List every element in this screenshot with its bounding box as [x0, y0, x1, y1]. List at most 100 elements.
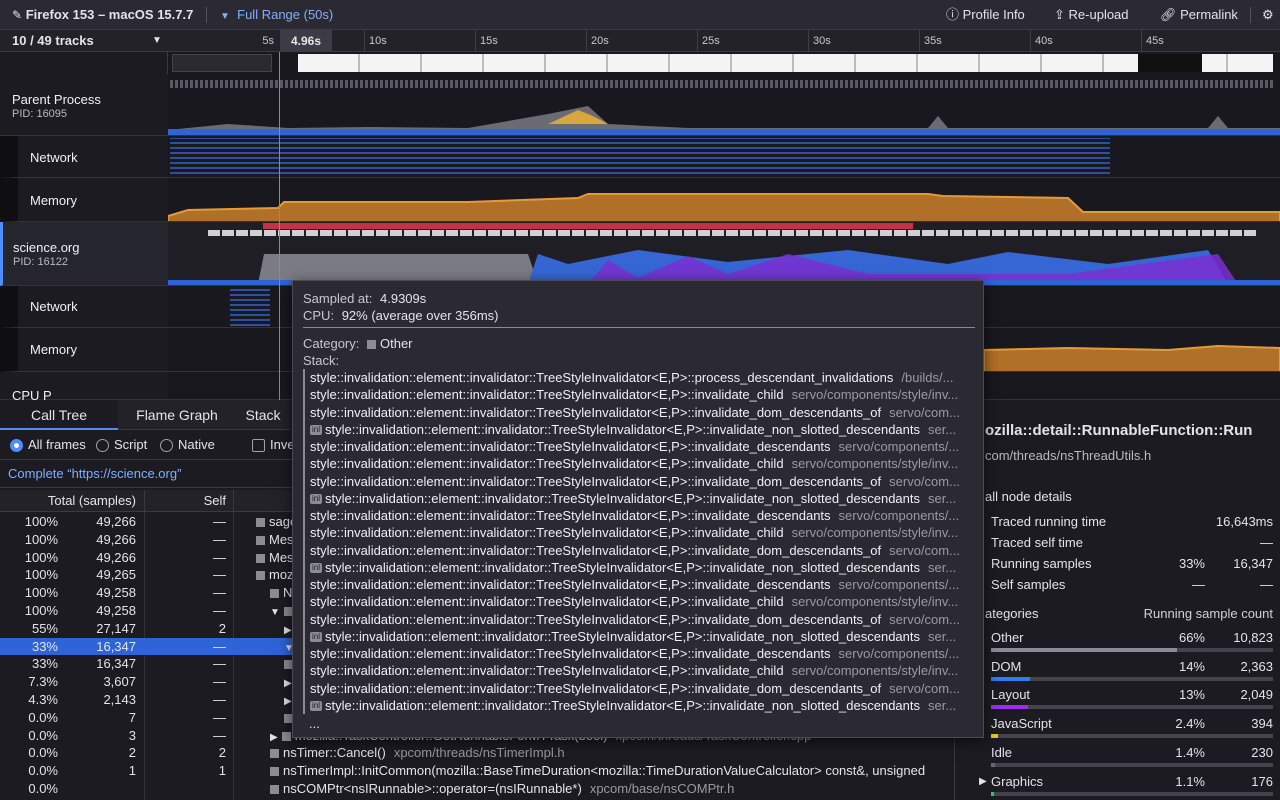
chevron-right-icon[interactable]: ▶ — [284, 625, 292, 636]
category-count: 2,363 — [1240, 658, 1273, 674]
tick-label: 40s — [1030, 30, 1053, 52]
stack-frame: style::invalidation::element::invalidato… — [310, 404, 980, 421]
parent-network-graph[interactable] — [168, 136, 1280, 178]
profile-name-button[interactable]: ✎ Firefox 153 – macOS 15.7.7 — [12, 0, 193, 30]
track-science-memory[interactable]: Memory — [0, 328, 168, 372]
total-percent: 7.3% — [28, 674, 58, 690]
track-parent-network[interactable]: Network — [0, 136, 168, 178]
category-row[interactable]: Other 66% 10,823 — [955, 630, 1280, 656]
parent-memory-graph[interactable] — [168, 178, 1280, 222]
stack-frame-function: style::invalidation::element::invalidato… — [310, 508, 831, 523]
tick-label: 45s — [1141, 30, 1164, 52]
radio-native[interactable]: Native — [160, 430, 215, 459]
sampled-at-row: Sampled at: 4.9309s — [303, 291, 427, 306]
track-science-network[interactable]: Network — [0, 286, 168, 328]
radio-selected-icon — [10, 439, 23, 453]
profile-info-button[interactable]: ⓘ Profile Info — [946, 0, 1025, 30]
chevron-right-icon[interactable]: ▶ — [284, 678, 292, 689]
category-swatch — [367, 340, 376, 350]
panel-tabs: Call Tree Flame Graph Stack — [0, 400, 290, 430]
category-row[interactable]: Layout 13% 2,049 — [955, 687, 1280, 713]
total-samples: 2,143 — [103, 692, 136, 707]
stack-frame-path: servo/components/style/inv... — [791, 663, 959, 679]
category-count: 176 — [1251, 773, 1273, 789]
self-samples: 2 — [218, 620, 226, 636]
screenshot-thumbnail — [172, 54, 272, 72]
stack-frame: style::invalidation::element::invalidato… — [310, 473, 980, 490]
chevron-right-icon[interactable]: ▶ — [284, 696, 292, 707]
total-percent: 100% — [24, 514, 58, 529]
category-bar — [991, 791, 1273, 796]
inline-badge-icon: inl — [310, 563, 323, 574]
radio-script[interactable]: Script — [96, 430, 147, 459]
breadcrumb[interactable]: Complete “https://science.org” — [0, 460, 292, 488]
stack-frame-path: servo/com... — [889, 611, 960, 627]
stack-frame-function: style::invalidation::element::invalidato… — [310, 663, 784, 679]
tick-label: 15s — [475, 30, 498, 52]
total-percent: 0.0% — [28, 709, 58, 725]
range-breadcrumb[interactable]: ▼ Full Range (50s) — [220, 0, 333, 30]
permalink-button[interactable]: 🔗︎ Permalink — [1160, 0, 1238, 30]
column-self[interactable]: Self — [144, 490, 226, 512]
stack-frame-function: style::invalidation::element::invalidato… — [325, 697, 921, 713]
stack-frame: style::invalidation::element::invalidato… — [310, 438, 980, 455]
reupload-button[interactable]: ⇪ Re-upload — [1054, 0, 1129, 30]
stack-frame: style::invalidation::element::invalidato… — [310, 542, 980, 559]
stack-frame-function: style::invalidation::element::invalidato… — [310, 542, 882, 558]
self-samples: — — [213, 692, 226, 707]
track-parent-memory[interactable]: Memory — [0, 178, 168, 222]
stack-frame: inl style::invalidation::element::invalid… — [310, 490, 980, 507]
category-swatch — [256, 518, 265, 528]
filter-bar: All frames Script Native Inve — [0, 430, 292, 460]
tab-call-tree[interactable]: Call Tree — [0, 400, 118, 430]
invert-checkbox[interactable]: Inve — [252, 430, 292, 459]
track-parent-process[interactable]: Parent Process PID: 16095 — [0, 74, 168, 136]
chevron-right-icon[interactable]: ▶ — [979, 776, 987, 787]
table-row[interactable]: 0.0% 2 2 nsTimer::Cancel() xpcom/threads/nsT… — [0, 744, 954, 761]
category-row[interactable]: Idle 1.4% 230 — [955, 745, 1280, 771]
science-activity-graph[interactable] — [168, 222, 1280, 286]
divider — [206, 7, 207, 23]
divider — [233, 490, 234, 512]
table-row[interactable]: 0.0% 1 1 nsTimerImpl::InitCommon(mozilla::B… — [0, 762, 954, 779]
radio-all-frames[interactable]: All frames — [10, 430, 86, 459]
divider — [303, 327, 975, 328]
parent-process-activity-graph[interactable] — [168, 74, 1280, 136]
category-bar-fill — [991, 676, 1030, 681]
category-percent: 14% — [1178, 658, 1205, 674]
self-samples: — — [213, 531, 226, 547]
screenshot-track[interactable] — [168, 52, 1280, 74]
chevron-down-icon: ▼ — [220, 11, 230, 22]
stack-frame: style::invalidation::element::invalidato… — [310, 680, 980, 697]
category-swatch — [270, 749, 279, 759]
stack-frame: inl style::invalidation::element::invalid… — [310, 559, 980, 576]
stack-frame-path: ser... — [928, 421, 957, 437]
track-cpu-partial[interactable]: CPU P — [0, 372, 168, 403]
category-row[interactable]: JavaScript 2.4% 394 — [955, 716, 1280, 742]
function-name: nsTimer::Cancel() — [283, 745, 386, 761]
stack-frame-function: style::invalidation::element::invalidato… — [325, 559, 921, 575]
tab-flame-graph[interactable]: Flame Graph — [118, 400, 236, 430]
column-total[interactable]: Total (samples) — [0, 490, 136, 512]
category-row[interactable]: ▶ Graphics 1.1% 176 — [955, 774, 1280, 800]
category-count: 10,823 — [1233, 630, 1273, 645]
screenshot-thumbnail — [1138, 54, 1202, 72]
stack-frame-path: servo/components/style/inv... — [791, 594, 959, 610]
chevron-down-icon[interactable]: ▼ — [270, 607, 280, 618]
chevron-right-icon[interactable]: ▶ — [270, 732, 278, 743]
self-samples: 1 — [218, 763, 226, 779]
category-row[interactable]: DOM 14% 2,363 — [955, 659, 1280, 685]
track-count-button[interactable]: 10 / 49 tracks ▼ — [0, 30, 168, 52]
gear-icon[interactable]: ⚙ — [1262, 0, 1274, 30]
stack-frame-path: ser... — [928, 697, 957, 713]
table-row[interactable]: 0.0% nsCOMPtr<nsIRunnable>::operator=(nsI… — [0, 780, 954, 797]
category-percent: 1.4% — [1175, 744, 1205, 760]
track-science-org[interactable]: science.org PID: 16122 — [0, 222, 168, 286]
self-samples: — — [213, 709, 226, 725]
self-samples: 2 — [218, 745, 226, 761]
total-samples: 49,258 — [96, 585, 136, 601]
link-icon: 🔗︎ — [1160, 7, 1177, 22]
tab-stack-chart[interactable]: Stack — [236, 400, 290, 430]
stack-frame: style::invalidation::element::invalidato… — [310, 593, 980, 610]
category-bar — [991, 705, 1273, 710]
